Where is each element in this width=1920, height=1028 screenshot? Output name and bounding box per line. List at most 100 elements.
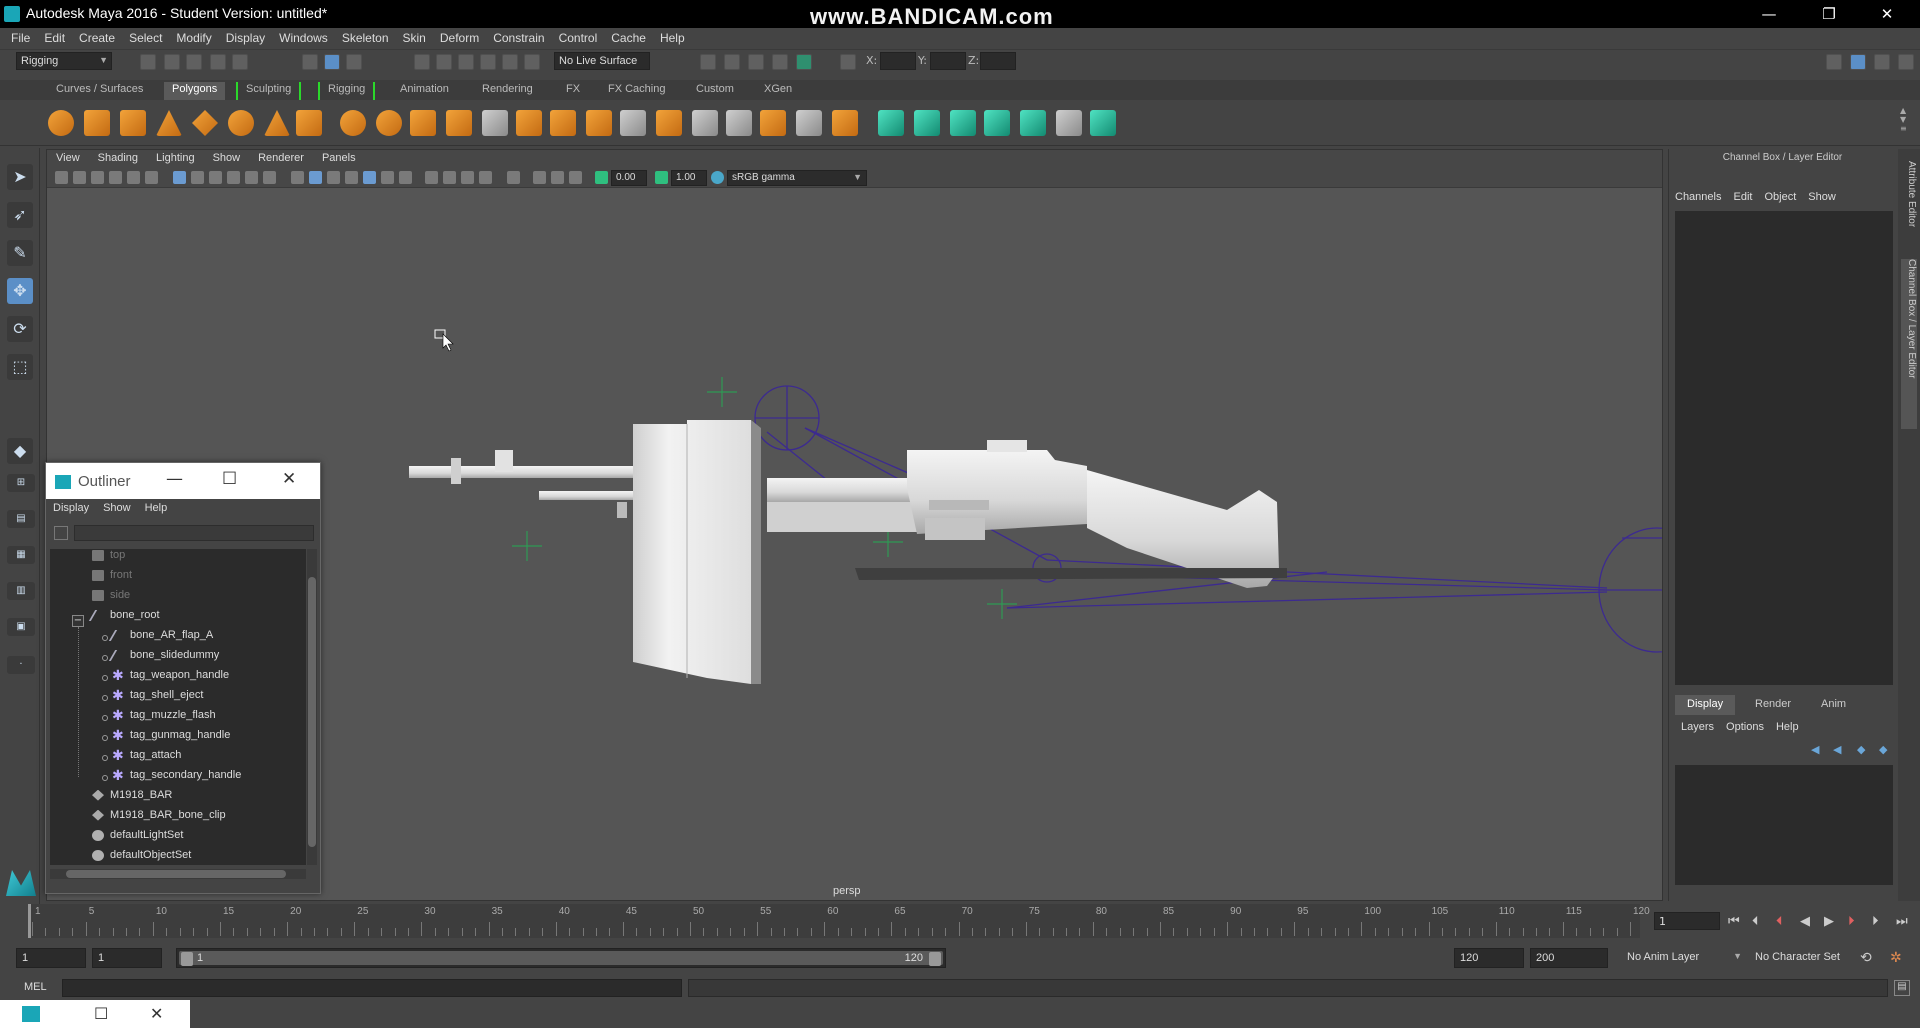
extract-icon[interactable] (410, 110, 436, 136)
menu-create[interactable]: Create (72, 28, 122, 48)
outliner-search-input[interactable] (74, 525, 314, 541)
cb-menu-edit[interactable]: Edit (1727, 189, 1758, 205)
go-to-start-icon[interactable]: ⏮ (1728, 914, 1740, 929)
more-layouts-icon[interactable]: · (7, 656, 35, 674)
list-item[interactable]: front (92, 569, 132, 589)
cb-menu-object[interactable]: Object (1758, 189, 1802, 205)
gate-mask-icon[interactable] (227, 171, 240, 184)
toggle-attribute-editor-icon[interactable] (1826, 54, 1842, 70)
wireframe-icon[interactable] (291, 171, 304, 184)
new-layer-from-selection-icon[interactable]: ◆ (1879, 743, 1887, 756)
auto-key-icon[interactable]: ⟲ (1860, 950, 1872, 966)
isolate-select-icon[interactable] (507, 171, 520, 184)
current-frame-field[interactable]: 1 (1654, 912, 1720, 930)
tab-curves-surfaces[interactable]: Curves / Surfaces (48, 82, 151, 100)
step-forward-key-icon[interactable]: ⏵ (1848, 914, 1855, 929)
use-all-lights-icon[interactable] (381, 171, 394, 184)
merge-icon[interactable] (832, 110, 858, 136)
field-chart-icon[interactable] (245, 171, 258, 184)
cb-menu-channels[interactable]: Channels (1669, 189, 1727, 205)
xray-active-components-icon[interactable] (551, 171, 564, 184)
poly-pipe-icon[interactable] (296, 110, 322, 136)
menu-skeleton[interactable]: Skeleton (335, 28, 396, 48)
list-item[interactable]: M1918_BAR_bone_clip (92, 809, 226, 829)
select-camera-icon[interactable] (55, 171, 68, 184)
list-item[interactable]: bone_AR_flap_A (102, 629, 213, 649)
mel-label[interactable]: MEL (24, 981, 47, 993)
tab-sculpting[interactable]: Sculpting (236, 82, 302, 100)
menu-deform[interactable]: Deform (433, 28, 486, 48)
rotate-tool-icon[interactable]: ⟳ (7, 316, 33, 342)
collapse-toggle[interactable]: − (72, 615, 84, 627)
render-settings-icon[interactable] (772, 54, 788, 70)
persp-outliner-layout-icon[interactable]: ▤ (7, 510, 35, 528)
toggle-tool-settings-icon[interactable] (1874, 54, 1890, 70)
automatic-mapping-icon[interactable] (1020, 110, 1046, 136)
tab-channel-box-layer-editor[interactable]: Channel Box / Layer Editor (1901, 259, 1917, 429)
list-item[interactable]: ✱ tag_gunmag_handle (102, 728, 230, 749)
render-view-icon[interactable] (700, 54, 716, 70)
motion-blur-icon[interactable] (443, 171, 456, 184)
outliner-menu-show[interactable]: Show (96, 499, 138, 517)
outliner-menu-display[interactable]: Display (46, 499, 96, 517)
list-item[interactable]: defaultLightSet (92, 829, 183, 849)
smooth-shade-icon[interactable] (309, 171, 322, 184)
close-button[interactable]: ✕ (1864, 2, 1910, 26)
layer-list[interactable] (1675, 765, 1893, 885)
viewport-menu-panels[interactable]: Panels (313, 150, 365, 166)
layout-settings-icon[interactable]: ▣ (7, 618, 35, 636)
new-layer-icon[interactable]: ◆ (1857, 743, 1865, 756)
paint-select-tool-icon[interactable]: ✎ (7, 240, 33, 266)
snap-grid-icon[interactable] (414, 54, 430, 70)
bookmarks-icon[interactable] (91, 171, 104, 184)
animation-start-field[interactable]: 1 (16, 948, 86, 968)
list-item[interactable]: top (92, 549, 125, 569)
separate-icon[interactable] (376, 110, 402, 136)
anti-aliasing-icon[interactable] (461, 171, 474, 184)
script-editor-icon[interactable]: ▤ (1894, 980, 1910, 996)
anim-layer-dropdown[interactable]: No Anim Layer ▼ (1622, 948, 1744, 968)
single-perspective-view-icon[interactable]: ◆ (7, 438, 33, 464)
shadows-icon[interactable] (399, 171, 412, 184)
layer-menu-help[interactable]: Help (1770, 719, 1805, 735)
list-item[interactable]: defaultObjectSet (92, 849, 191, 865)
textured-icon[interactable] (363, 171, 376, 184)
unfold-icon[interactable] (1090, 110, 1116, 136)
wireframe-on-shaded-icon[interactable] (345, 171, 358, 184)
tab-display[interactable]: Display (1675, 695, 1736, 715)
list-item[interactable]: bone_slidedummy (102, 649, 219, 669)
channel-list[interactable] (1675, 211, 1893, 685)
insert-edge-loop-icon[interactable] (726, 110, 752, 136)
minimized-close-button[interactable]: ✕ (150, 1004, 163, 1023)
menu-control[interactable]: Control (552, 28, 605, 48)
2d-pan-zoom-icon[interactable] (127, 171, 140, 184)
viewport-menu-lighting[interactable]: Lighting (147, 150, 204, 166)
command-input[interactable] (62, 979, 682, 997)
tab-anim[interactable]: Anim (1809, 695, 1858, 715)
outliner-minimize-button[interactable]: — (166, 469, 183, 489)
outliner-close-button[interactable]: ✕ (282, 469, 296, 489)
camera-attributes-icon[interactable] (73, 171, 86, 184)
poly-torus-icon[interactable] (228, 110, 254, 136)
z-field[interactable] (980, 52, 1016, 70)
menu-constrain[interactable]: Constrain (486, 28, 551, 48)
list-item[interactable]: side (92, 589, 130, 609)
poly-cone-icon[interactable] (156, 110, 182, 136)
select-hierarchy-icon[interactable] (302, 54, 318, 70)
menu-cache[interactable]: Cache (604, 28, 653, 48)
planar-mapping-icon[interactable] (914, 110, 940, 136)
move-tool-icon[interactable]: ✥ (7, 278, 33, 304)
list-item[interactable]: bone_root (88, 609, 160, 629)
list-item[interactable]: ✱ tag_secondary_handle (102, 768, 241, 789)
exposure-icon[interactable] (595, 171, 608, 184)
menu-edit[interactable]: Edit (37, 28, 72, 48)
range-slider[interactable]: 1 120 (176, 948, 946, 968)
ambient-occlusion-icon[interactable] (425, 171, 438, 184)
tab-fx[interactable]: FX (558, 82, 588, 100)
play-backwards-icon[interactable]: ◀ (1800, 914, 1810, 929)
tab-rigging[interactable]: Rigging (318, 82, 376, 100)
character-set-dropdown[interactable]: No Character Set (1750, 948, 1850, 968)
tab-xgen[interactable]: XGen (756, 82, 800, 100)
select-component-icon[interactable] (346, 54, 362, 70)
tab-rendering[interactable]: Rendering (474, 82, 541, 100)
